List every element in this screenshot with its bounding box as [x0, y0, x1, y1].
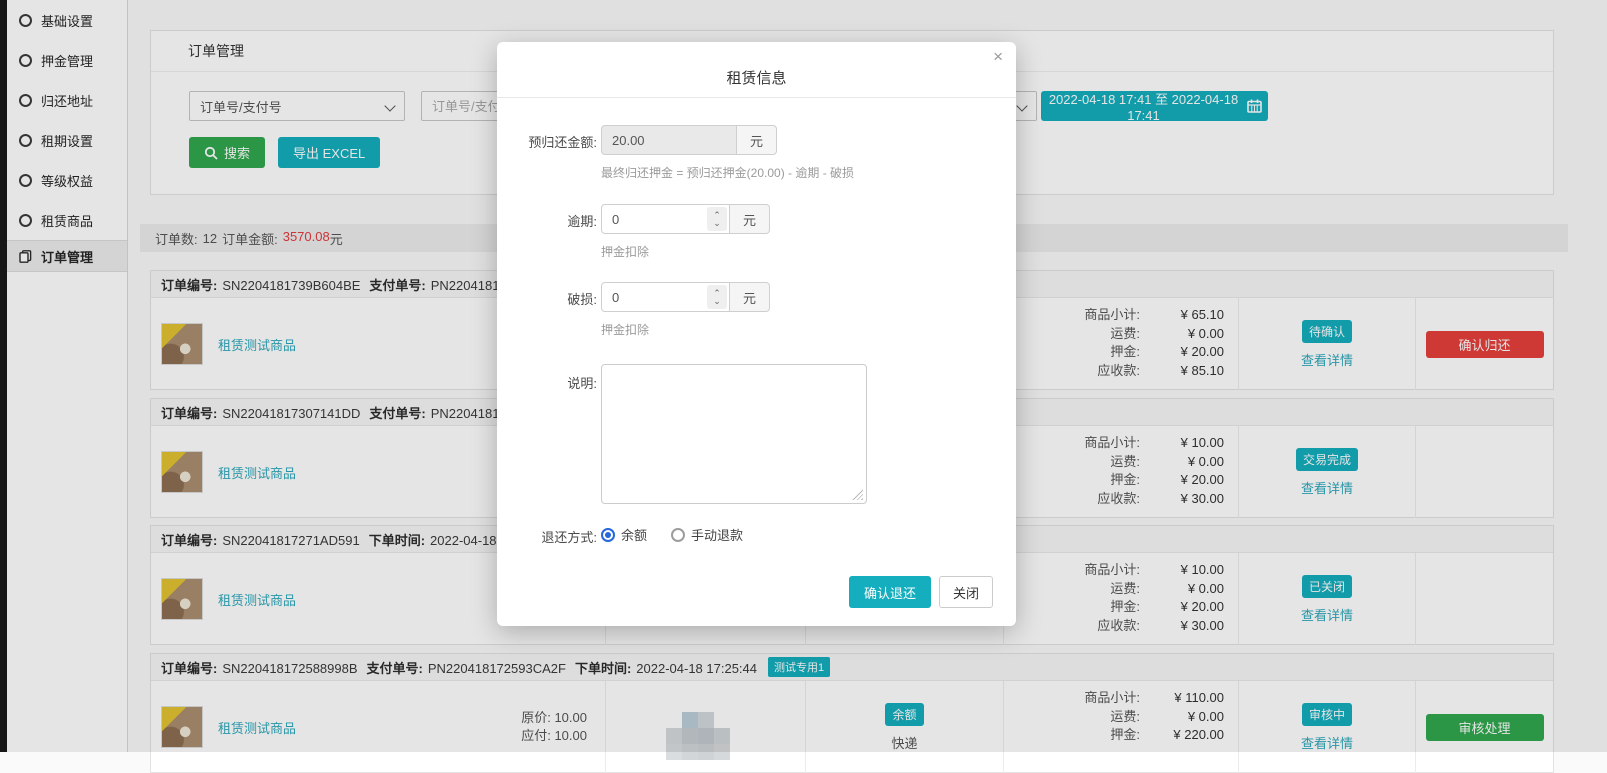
unit-addon: 元: [737, 125, 777, 155]
radio-icon: [671, 528, 685, 542]
overdue-help: 押金扣除: [601, 243, 649, 260]
overdue-label: 逾期:: [497, 211, 597, 230]
stepper-control[interactable]: ⌃ ⌄: [707, 207, 727, 231]
spinner-down-icon[interactable]: ⌄: [713, 297, 721, 305]
pre-return-help: 最终归还押金 = 预归还押金(20.00) - 逾期 - 破损: [601, 164, 854, 181]
divider: [497, 97, 1016, 98]
rental-info-modal: × 租赁信息 预归还金额: 元 最终归还押金 = 预归还押金(20.00) - …: [497, 42, 1016, 626]
pre-return-input: [601, 125, 737, 155]
note-label: 说明:: [497, 373, 597, 392]
radio-icon: [601, 528, 615, 542]
damage-label: 破损:: [497, 289, 597, 308]
stepper-control[interactable]: ⌃ ⌄: [707, 285, 727, 309]
damage-help: 押金扣除: [601, 321, 649, 338]
confirm-return-button[interactable]: 确认退还: [849, 576, 931, 608]
pre-return-label: 预归还金额:: [497, 132, 597, 151]
modal-title: 租赁信息: [497, 67, 1016, 88]
refund-method-label: 退还方式:: [497, 527, 597, 546]
note-textarea[interactable]: [601, 364, 867, 504]
close-icon[interactable]: ×: [993, 48, 1003, 65]
spinner-down-icon[interactable]: ⌄: [713, 219, 721, 227]
unit-addon: 元: [730, 282, 770, 312]
refund-option-balance[interactable]: 余额: [601, 525, 647, 544]
modal-close-button[interactable]: 关闭: [939, 576, 993, 608]
refund-option-manual[interactable]: 手动退款: [671, 525, 743, 544]
unit-addon: 元: [730, 204, 770, 234]
